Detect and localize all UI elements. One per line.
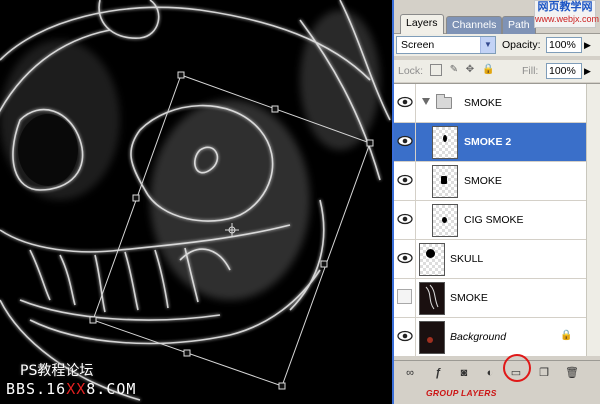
- document-canvas[interactable]: PS教程论坛 BBS.16XX8.COM: [0, 0, 392, 404]
- watermark-url-suffix: 8.COM: [86, 380, 137, 398]
- eye-icon: [397, 135, 413, 147]
- layer-row-smoke-hidden[interactable]: SMOKE: [394, 279, 600, 318]
- visibility-toggle[interactable]: [394, 123, 416, 161]
- visibility-toggle[interactable]: [394, 201, 416, 239]
- expand-triangle-icon[interactable]: [422, 98, 430, 105]
- visibility-toggle[interactable]: [394, 84, 416, 122]
- layer-name: Background: [450, 331, 507, 343]
- lock-move-icon[interactable]: ✥: [464, 64, 476, 76]
- layer-row-background[interactable]: Background 🔒: [394, 318, 600, 357]
- highlight-circle: [503, 354, 531, 382]
- tab-channels[interactable]: Channels: [446, 16, 503, 34]
- watermark-url: BBS.16XX8.COM: [6, 380, 136, 398]
- eye-icon: [397, 174, 413, 186]
- opacity-label: Opacity:: [502, 39, 541, 51]
- layer-thumbnail: [419, 243, 445, 276]
- tab-paths[interactable]: Path: [502, 16, 536, 34]
- new-layer-icon[interactable]: ❐: [536, 366, 552, 380]
- folder-icon: [436, 94, 452, 109]
- visibility-toggle[interactable]: [394, 279, 416, 317]
- layer-name: SMOKE: [464, 175, 502, 187]
- fill-label: Fill:: [522, 65, 539, 77]
- layer-name: SMOKE: [464, 97, 502, 109]
- eye-icon: [397, 213, 413, 225]
- layer-name: SKULL: [450, 253, 484, 265]
- tab-layers[interactable]: Layers: [400, 14, 444, 35]
- watermark-url-xx: XX: [66, 380, 87, 398]
- layer-thumbnail: [432, 165, 458, 198]
- layer-row-skull[interactable]: SKULL: [394, 240, 600, 279]
- layers-scrollbar[interactable]: [586, 84, 600, 356]
- layer-name: SMOKE 2: [464, 136, 512, 148]
- watermark-title: PS教程论坛: [20, 363, 94, 379]
- lock-paint-icon[interactable]: ✎: [448, 64, 460, 76]
- lock-row: Lock: ✎ ✥ 🔒 Fill: 100% ▶: [394, 60, 600, 82]
- site-badge: 网页教学网 www.webjx.com: [534, 0, 600, 28]
- layer-row-group-smoke[interactable]: SMOKE: [394, 84, 600, 123]
- mask-icon[interactable]: ◙: [456, 366, 472, 380]
- chevron-down-icon[interactable]: ▼: [480, 37, 495, 53]
- eye-icon: [397, 252, 413, 264]
- fill-input[interactable]: 100%: [546, 63, 582, 79]
- layer-name: CIG SMOKE: [464, 214, 524, 226]
- blend-mode-select[interactable]: Screen ▼: [396, 36, 496, 54]
- adjustment-icon[interactable]: ◐: [482, 366, 498, 380]
- blend-row: Screen ▼ Opacity: 100% ▶: [394, 34, 600, 56]
- layer-row-smoke-2[interactable]: SMOKE 2: [394, 123, 600, 162]
- layers-list: SMOKE SMOKE 2 SMOKE CIG SMOKE SKULL SMOK…: [394, 83, 600, 357]
- lock-all-icon[interactable]: 🔒: [482, 64, 494, 76]
- trash-icon[interactable]: 🗑: [564, 366, 580, 380]
- fx-icon[interactable]: ƒ: [430, 366, 446, 380]
- layer-name: SMOKE: [450, 292, 488, 304]
- visibility-toggle[interactable]: [394, 240, 416, 278]
- layer-row-smoke[interactable]: SMOKE: [394, 162, 600, 201]
- layers-panel: Layers Channels Path 网页教学网 www.webjx.com…: [392, 0, 600, 404]
- layer-thumbnail: [432, 126, 458, 159]
- layer-thumbnail: [432, 204, 458, 237]
- layer-row-cig-smoke[interactable]: CIG SMOKE: [394, 201, 600, 240]
- layer-thumbnail: [419, 282, 445, 315]
- layers-bottom-toolbar: ∞ ƒ ◙ ◐ ▭ ❐ 🗑: [394, 354, 600, 384]
- visibility-toggle[interactable]: [394, 318, 416, 356]
- site-badge-title: 网页教学网: [537, 1, 593, 13]
- fill-arrow-icon[interactable]: ▶: [584, 66, 591, 77]
- eye-icon: [397, 96, 413, 108]
- opacity-arrow-icon[interactable]: ▶: [584, 40, 591, 51]
- skull-smoke-artwork: [0, 0, 391, 401]
- link-icon[interactable]: ∞: [402, 366, 418, 380]
- lock-icon: 🔒: [560, 330, 573, 341]
- blend-mode-value: Screen: [401, 39, 435, 51]
- eye-icon: [397, 330, 413, 342]
- visibility-toggle[interactable]: [394, 162, 416, 200]
- group-layers-annotation: GROUP LAYERS: [426, 388, 497, 398]
- site-badge-url: www.webjx.com: [535, 14, 600, 24]
- opacity-input[interactable]: 100%: [546, 37, 582, 53]
- lock-label: Lock:: [398, 65, 424, 77]
- visibility-off-box: [397, 289, 412, 304]
- layer-thumbnail: [419, 321, 445, 354]
- lock-transparency-icon[interactable]: [430, 64, 442, 76]
- watermark-url-prefix: BBS.16: [6, 380, 67, 398]
